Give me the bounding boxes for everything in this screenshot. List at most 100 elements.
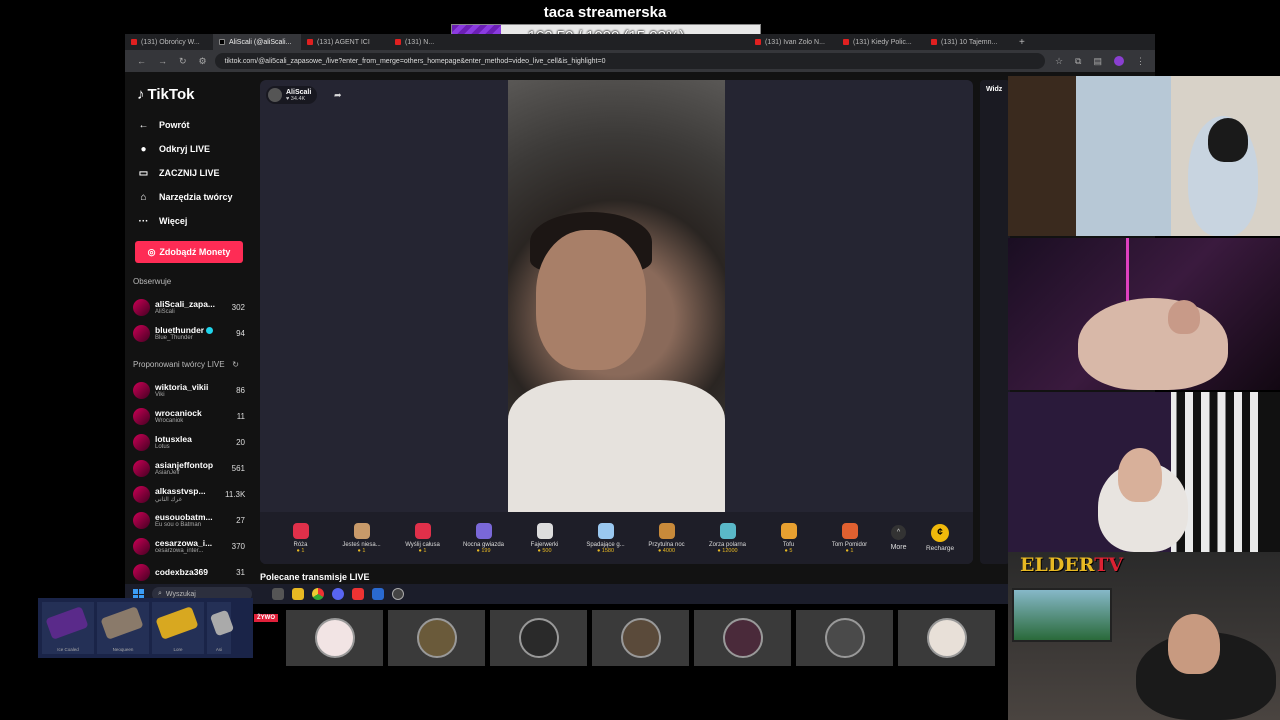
back-icon[interactable]: ←: [137, 56, 146, 67]
windows-taskbar: ⌕ Wyszukaj: [125, 584, 1010, 604]
chrome-icon[interactable]: [312, 588, 324, 600]
webcam-1: [1008, 76, 1280, 236]
suggested-section-title: Proponowani twórcy LIVE ↻: [133, 360, 239, 369]
suggested-item[interactable]: codexbza369 31: [133, 559, 245, 584]
recharge-button[interactable]: ¢ Recharge: [917, 524, 963, 552]
suggested-item[interactable]: asianjeffontop AsianJeff 561: [133, 455, 245, 481]
gift-price: ● 12000: [717, 547, 738, 554]
avatar: [133, 537, 150, 555]
browser-tab[interactable]: (131) N...: [389, 34, 459, 50]
tiktok-logo[interactable]: ♪ TikTok: [137, 86, 245, 103]
suggested-item[interactable]: eusouobatm... Eu sou o Batman 27: [133, 507, 245, 533]
person-silhouette: [1078, 298, 1228, 390]
app-icon[interactable]: [372, 588, 384, 600]
app-icon[interactable]: [352, 588, 364, 600]
aquarium: [1012, 588, 1112, 642]
browser-tab[interactable]: (131) AGENT ICI: [301, 34, 389, 50]
avatar: [133, 298, 150, 316]
browser-tab[interactable]: (131) 10 Tajemn...: [925, 34, 1013, 50]
bookmark-star-icon[interactable]: ☆: [1055, 56, 1063, 67]
gift-item[interactable]: Nocna gwiazda ● 199: [453, 522, 514, 554]
nav-back[interactable]: ← Powrót: [133, 113, 245, 137]
coin-icon: ¢: [931, 524, 950, 542]
more-gifts-button[interactable]: ^ More: [880, 525, 917, 551]
gift-item[interactable]: Przytulna noc ● 4000: [636, 522, 697, 554]
suggested-item[interactable]: wrocaniock Wrocaniok 11: [133, 403, 245, 429]
reload-icon[interactable]: ↻: [179, 56, 187, 67]
streamer-face: [536, 230, 646, 370]
gift-price: ● 1580: [596, 547, 615, 554]
camera-icon: ▭: [138, 167, 149, 179]
arrow-left-icon: ←: [138, 119, 149, 131]
viewers-panel[interactable]: Widz: [980, 80, 1010, 564]
gift-item[interactable]: Fajerwerki ● 500: [514, 522, 575, 554]
webcam-4: ELDERTV: [1008, 552, 1280, 720]
gift-item[interactable]: Jesteś niesa... ● 1: [331, 522, 392, 554]
task-view-icon[interactable]: [272, 588, 284, 600]
nav-creator-tools[interactable]: ⌂ Narzędzia twórcy: [133, 185, 245, 209]
get-coins-button[interactable]: ◎ Zdobądź Monety: [135, 241, 243, 263]
share-icon[interactable]: ➦: [334, 90, 342, 101]
gift-item[interactable]: Róża ● 1: [270, 522, 331, 554]
skin-card: Ice Coaled: [42, 602, 94, 654]
suggested-item[interactable]: alkasstvsp... غرك الثاني 11.3K: [133, 481, 245, 507]
following-item[interactable]: bluethunder Blue_Thunder 94: [133, 320, 245, 346]
refresh-icon[interactable]: ↻: [232, 360, 239, 369]
stream-screen: { "overlay": { "goal_title": "taca strea…: [0, 0, 1280, 720]
extensions-icon[interactable]: ⧉: [1075, 56, 1081, 67]
gift-item[interactable]: Wyślij całusa ● 1: [392, 522, 453, 554]
sidebar-icon[interactable]: ▤: [1093, 56, 1102, 67]
new-tab-icon[interactable]: +: [1013, 37, 1031, 48]
viewer-tile: [796, 610, 893, 666]
nav-discover-live[interactable]: ● Odkryj LIVE: [133, 137, 245, 161]
more-dots-icon: ···: [138, 215, 149, 227]
nav-more[interactable]: ··· Więcej: [133, 209, 245, 233]
nav-start-live[interactable]: ▭ ZACZNIJ LIVE: [133, 161, 245, 185]
browser-tab[interactable]: (131) Kiedy Polic...: [837, 34, 925, 50]
gift-item[interactable]: Spadające g... ● 1580: [575, 522, 636, 554]
webcam-2: [1008, 238, 1280, 390]
verified-icon: [206, 327, 214, 335]
skin-card: Lore: [152, 602, 204, 654]
forward-icon[interactable]: →: [158, 56, 167, 67]
browser-tab-bar: (131) Obrońcy W... AliScali (@aliScali..…: [125, 34, 1155, 50]
creator-tools-icon: ⌂: [140, 191, 147, 203]
avatar: [133, 433, 150, 451]
avatar: [133, 563, 150, 581]
browser-tab-active[interactable]: AliScali (@aliScali...: [213, 34, 301, 50]
gift-list: Róża ● 1 Jesteś niesa... ● 1 Wyślij całusa ● …: [270, 522, 880, 554]
discord-icon[interactable]: [332, 588, 344, 600]
site-info-icon[interactable]: ⚙: [199, 56, 207, 67]
following-section-title: Obserwuje: [133, 277, 172, 286]
streamer-shirt: [508, 380, 725, 512]
host-likes: ♥ 34.4K: [286, 95, 306, 102]
avatar: [133, 324, 150, 342]
browser-tab[interactable]: (131) Ivan Zolo N...: [749, 34, 837, 50]
gift-price: ● 1: [357, 547, 366, 554]
live-badge: ŻYWO: [254, 614, 278, 622]
obs-icon[interactable]: [392, 588, 404, 600]
viewer-tile: [490, 610, 587, 666]
menu-dots-icon[interactable]: ⋮: [1136, 56, 1145, 67]
viewer-avatar: [621, 618, 661, 658]
gift-price: ● 1: [296, 547, 305, 554]
gift-item[interactable]: Tofu ● 5: [758, 522, 819, 554]
youtube-icon: [131, 39, 137, 45]
file-explorer-icon[interactable]: [292, 588, 304, 600]
gift-item[interactable]: Zorza polarna ● 12000: [697, 522, 758, 554]
gift-bar: Róża ● 1 Jesteś niesa... ● 1 Wyślij całusa ● …: [260, 512, 973, 564]
viewer-tile: [286, 610, 383, 666]
following-item[interactable]: aliScali_zapa... AliScali 302: [133, 294, 245, 320]
live-player[interactable]: AliScali ♥ 34.4K ➦ Róża ● 1 Jesteś niesa..…: [260, 80, 973, 564]
suggested-item[interactable]: lotusxlea Lotus 20: [133, 429, 245, 455]
host-chip[interactable]: AliScali ♥ 34.4K: [266, 86, 318, 104]
suggested-item[interactable]: wiktoria_vikii Viki 86: [133, 377, 245, 403]
gift-icon: [475, 522, 492, 539]
suggested-item[interactable]: cesarzowa_i... cesarzowa_inter... 370: [133, 533, 245, 559]
browser-tab[interactable]: (131) Obrońcy W...: [125, 34, 213, 50]
viewer-tile: [898, 610, 995, 666]
url-input[interactable]: tiktok.com/@ali5cali_zapasowe_/live?ente…: [214, 53, 1045, 69]
profile-avatar[interactable]: [1114, 55, 1124, 66]
viewer-tile: [694, 610, 791, 666]
gift-item[interactable]: Tom Pomidor ● 1: [819, 522, 880, 554]
